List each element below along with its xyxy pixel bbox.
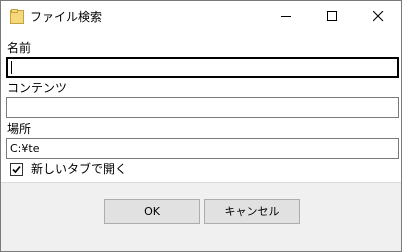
title-bar[interactable]: ファイル検索: [1, 1, 401, 32]
open-in-new-tab-label: 新しいタブで開く: [31, 162, 128, 176]
open-in-new-tab-checkbox[interactable]: [10, 163, 23, 176]
file-search-dialog: ファイル検索 名前 コンテンツ 場所 C:¥te 新しいタブで開く OK キャン…: [0, 0, 402, 252]
text-caret: [11, 61, 12, 74]
folder-icon: [10, 9, 24, 24]
ok-button[interactable]: OK: [104, 199, 200, 224]
close-icon: [373, 11, 384, 22]
minimize-icon: [281, 16, 291, 17]
footer-divider: [1, 182, 401, 183]
window-title: ファイル検索: [30, 10, 103, 24]
cancel-button[interactable]: キャンセル: [204, 199, 300, 224]
location-value: C:¥te: [10, 142, 40, 155]
location-field[interactable]: C:¥te: [6, 138, 399, 159]
minimize-button[interactable]: [263, 1, 309, 32]
name-label: 名前: [7, 41, 32, 55]
contents-label: コンテンツ: [7, 81, 68, 95]
name-field[interactable]: [6, 57, 399, 78]
maximize-button[interactable]: [309, 1, 355, 32]
contents-field[interactable]: [6, 97, 399, 118]
search-form: 名前 コンテンツ 場所 C:¥te 新しいタブで開く: [1, 32, 401, 182]
maximize-icon: [327, 11, 337, 21]
checkmark-icon: [12, 165, 21, 174]
location-label: 場所: [7, 122, 32, 136]
close-button[interactable]: [355, 1, 401, 32]
